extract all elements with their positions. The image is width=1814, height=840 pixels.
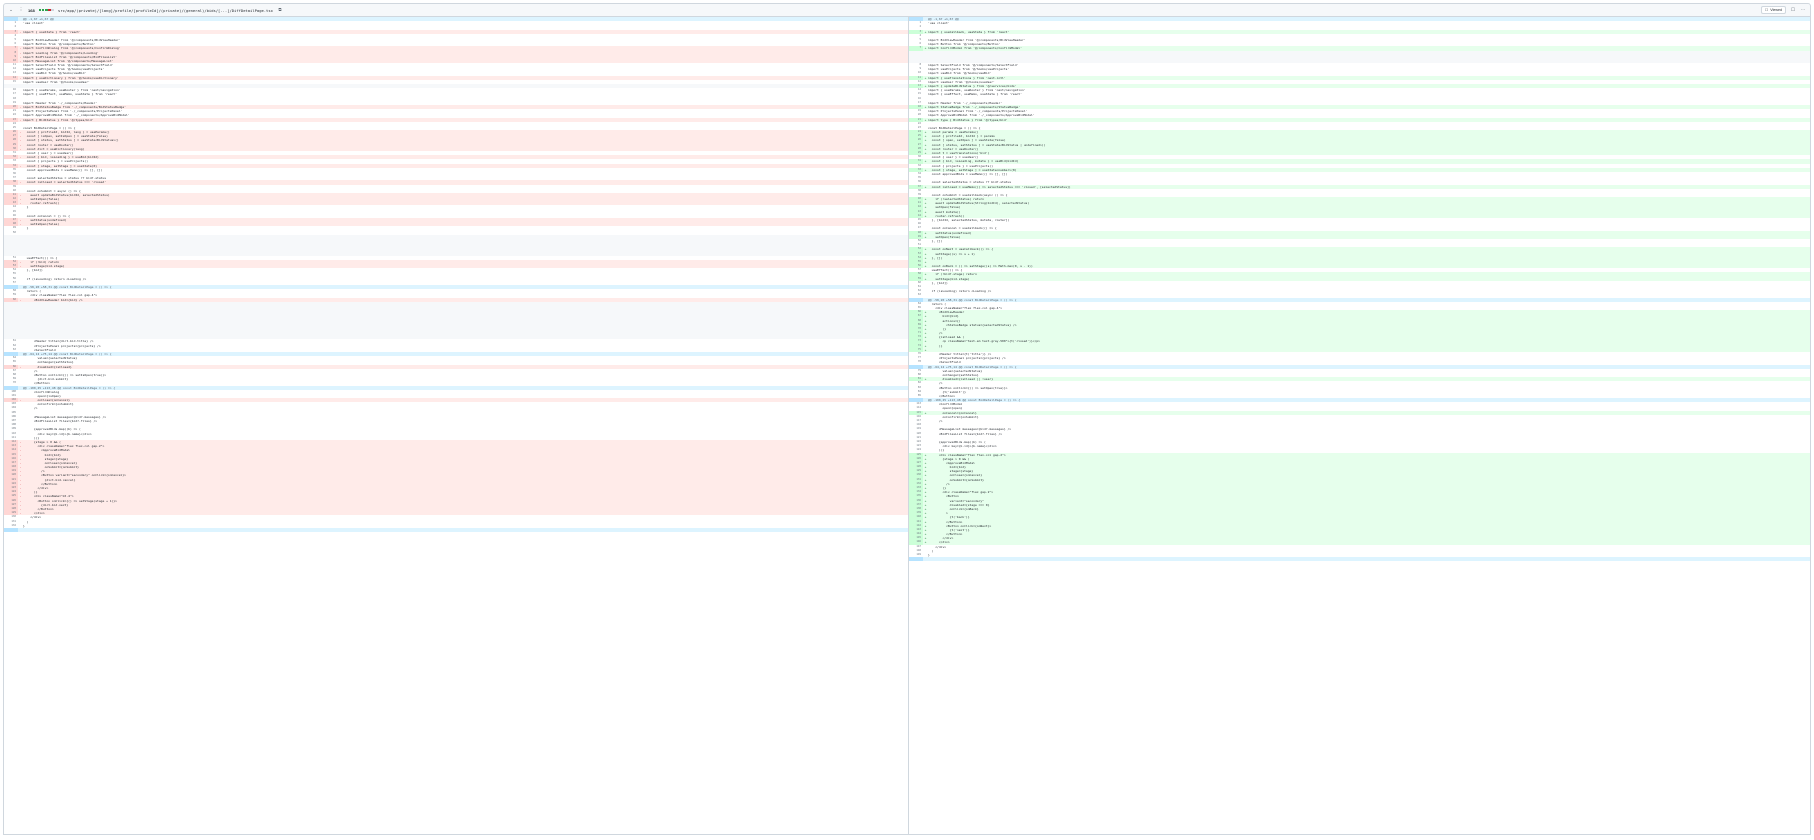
- hunk-header: [23, 528, 908, 532]
- copy-icon[interactable]: ⧉: [277, 7, 283, 13]
- viewed-checkbox[interactable]: ☐ Viewed: [1761, 6, 1786, 14]
- diffstat-count: 168: [28, 7, 35, 13]
- checkbox-icon: ☐: [1765, 8, 1769, 12]
- line-number[interactable]: [4, 527, 18, 533]
- diffstat-block-neutral: [51, 8, 55, 12]
- drag-handle-icon[interactable]: ⋮: [18, 7, 24, 13]
- split-diff-view: @@ -1,67 +1,67 @@ 1'use client' 2 3- import …: [3, 17, 1811, 835]
- hunk-header: [928, 557, 1810, 561]
- kebab-menu-icon[interactable]: ⋯: [1800, 7, 1806, 13]
- file-path[interactable]: src/app/(private)/[lang]/profile/[profil…: [58, 8, 273, 13]
- comment-icon[interactable]: ☐: [1790, 7, 1796, 13]
- viewed-label: Viewed: [1770, 8, 1782, 12]
- diff-line-right[interactable]: [909, 557, 1810, 562]
- diff-pane-right[interactable]: @@ -1,67 +1,67 @@ 1'use client' 2 3 + import …: [908, 17, 1810, 834]
- diff-line-left[interactable]: [4, 527, 908, 533]
- diff-pane-left[interactable]: @@ -1,67 +1,67 @@ 1'use client' 2 3- import …: [4, 17, 908, 834]
- file-header: ⌄ ⋮ 168 src/app/(private)/[lang]/profile…: [3, 3, 1811, 17]
- diffstat-blocks: [38, 8, 55, 12]
- chevron-down-icon[interactable]: ⌄: [8, 7, 14, 13]
- line-number[interactable]: [909, 557, 923, 562]
